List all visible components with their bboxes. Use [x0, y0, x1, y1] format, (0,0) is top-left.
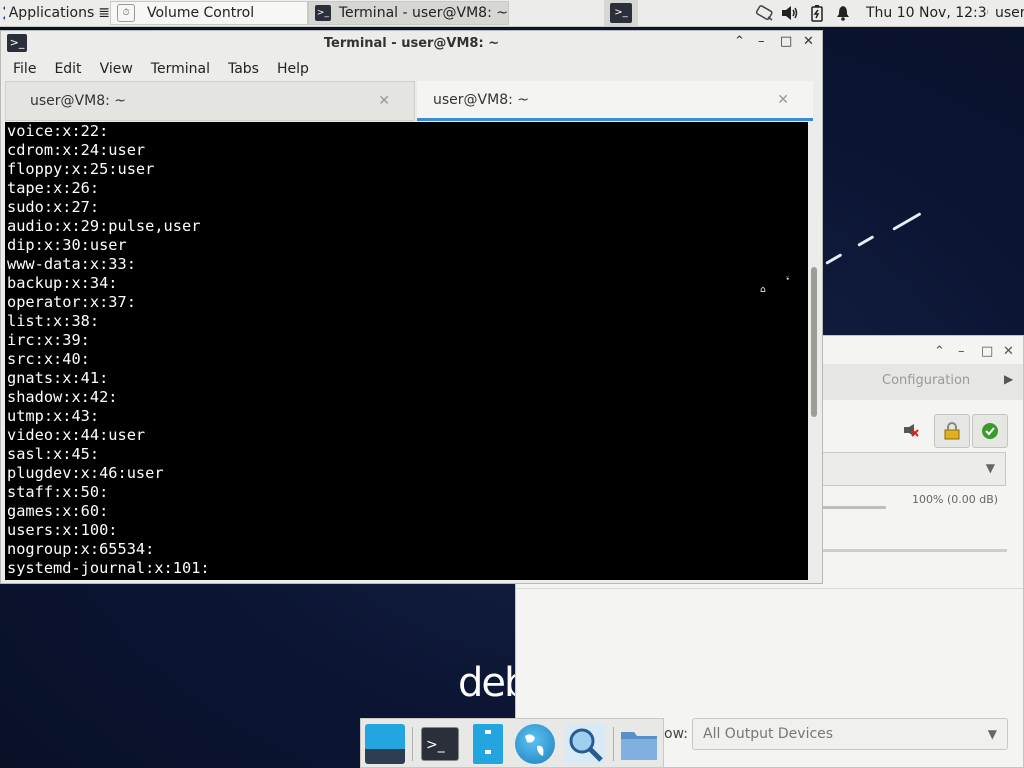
taskbar-button-label: Volume Control — [147, 5, 255, 21]
wallpaper-swoosh — [857, 235, 875, 247]
terminal-window[interactable]: >_ Terminal - user@VM8: ~ ⌃ – □ ✕ File E… — [0, 30, 823, 584]
applications-menu[interactable]: Applications ≣ — [2, 0, 110, 26]
menu-bar: File Edit View Terminal Tabs Help — [1, 57, 315, 81]
menu-tabs[interactable]: Tabs — [216, 61, 265, 77]
folder-icon[interactable] — [619, 724, 659, 764]
terminal-launcher[interactable]: >_ — [604, 0, 638, 26]
terminal-app-icon: >_ — [315, 5, 331, 21]
terminal-line: backup:x:34: — [7, 274, 118, 292]
terminal-line: audio:x:29:pulse,user — [7, 217, 201, 235]
menu-indicator-icon: ≣ — [98, 5, 110, 21]
shade-up-icon[interactable]: ⌃ — [734, 34, 745, 49]
terminal-scrollbar[interactable] — [808, 122, 820, 580]
terminal-line: plugdev:x:46:user — [7, 464, 164, 482]
maximize-button[interactable]: □ — [981, 344, 993, 359]
notifications-bell-icon[interactable] — [834, 0, 852, 26]
tab-label: user@VM8: ~ — [30, 93, 126, 109]
tab-inactive[interactable]: user@VM8: ~ ✕ — [5, 81, 415, 121]
tab-bar: user@VM8: ~ ✕ user@VM8: ~ ✕ — [5, 81, 813, 121]
pointer-marker-icon: ⌂ — [760, 285, 766, 295]
web-browser-icon[interactable] — [515, 724, 555, 764]
tab-active[interactable]: user@VM8: ~ ✕ — [417, 81, 813, 121]
terminal-line: cdrom:x:24:user — [7, 141, 146, 159]
volume-control-app-icon: ⏱ — [117, 4, 135, 22]
terminal-line: dip:x:30:user — [7, 236, 127, 254]
terminal-line: staff:x:50: — [7, 483, 109, 501]
terminal-line: users:x:100: — [7, 521, 118, 539]
taskbar-button-label: Terminal - user@VM8: ~ — [338, 5, 508, 21]
volume-icon[interactable] — [780, 0, 800, 26]
close-button[interactable]: ✕ — [1003, 344, 1014, 359]
terminal-line: gnats:x:41: — [7, 369, 109, 387]
terminal-icon: >_ — [610, 3, 632, 23]
xfce-logo-icon — [2, 6, 5, 20]
minimize-button[interactable]: – — [758, 34, 765, 49]
menu-edit[interactable]: Edit — [42, 61, 87, 77]
mouse-cursor-icon: ⍣ — [785, 274, 791, 284]
terminal-line: operator:x:37: — [7, 293, 136, 311]
wallpaper-swoosh — [825, 253, 843, 265]
taskbar-button-terminal[interactable]: >_ Terminal - user@VM8: ~ — [308, 1, 509, 25]
top-panel: Applications ≣ ⏱ Volume Control >_ Termi… — [0, 0, 1024, 27]
terminal-line: sudo:x:27: — [7, 198, 100, 216]
terminal-line: shadow:x:42: — [7, 388, 118, 406]
terminal-line: voice:x:22: — [7, 122, 109, 140]
wallpaper-swoosh — [892, 212, 922, 231]
show-desktop-icon[interactable] — [365, 724, 405, 764]
terminal-line: list:x:38: — [7, 312, 100, 330]
minimize-up-icon[interactable]: ⌃ — [934, 344, 945, 359]
battery-icon[interactable] — [808, 0, 826, 26]
tab-label: user@VM8: ~ — [433, 91, 529, 108]
scrollbar-thumb[interactable] — [811, 267, 817, 417]
show-devices-select[interactable]: All Output Devices ▼ — [692, 718, 1008, 750]
dock-separator — [412, 727, 413, 761]
search-icon[interactable] — [565, 724, 605, 764]
terminal-output[interactable]: voice:x:22: cdrom:x:24:user floppy:x:25:us… — [5, 122, 808, 580]
terminal-line: tape:x:26: — [7, 179, 100, 197]
window-title: Terminal - user@VM8: ~ — [323, 35, 500, 51]
tab-close-icon[interactable]: ✕ — [777, 92, 789, 108]
tab-scroll-right-icon[interactable]: ▶ — [1004, 372, 1013, 386]
terminal-line: nogroup:x:65534: — [7, 540, 155, 558]
menu-help[interactable]: Help — [265, 61, 315, 77]
tab-configuration[interactable]: Configuration — [882, 373, 970, 388]
dock-separator — [613, 727, 614, 761]
chevron-down-icon: ▼ — [987, 727, 997, 741]
terminal-line: video:x:44:user — [7, 426, 146, 444]
network-icon[interactable] — [752, 0, 776, 26]
show-devices-value: All Output Devices — [703, 726, 834, 742]
mute-output-icon[interactable] — [903, 422, 919, 437]
chevron-down-icon: ▼ — [985, 461, 995, 475]
terminal-line: src:x:40: — [7, 350, 90, 368]
dock: >_ — [360, 718, 664, 768]
menu-terminal[interactable]: Terminal — [139, 61, 216, 77]
menu-file[interactable]: File — [1, 61, 42, 77]
terminal-line: www-data:x:33: — [7, 255, 136, 273]
taskbar-button-volume-control[interactable]: ⏱ Volume Control — [110, 1, 308, 25]
lock-icon — [944, 422, 960, 440]
clock[interactable]: Thu 10 Nov, 12:36 — [866, 0, 988, 26]
applications-label: Applications — [8, 5, 95, 21]
menu-view[interactable]: View — [88, 61, 139, 77]
panel-divider — [516, 588, 1023, 589]
terminal-line: systemd-journal:x:101: — [7, 559, 210, 577]
terminal-text: voice:x:22: cdrom:x:24:user floppy:x:25:us… — [5, 122, 808, 578]
check-icon — [982, 423, 998, 439]
show-label: ow: — [664, 726, 688, 742]
set-default-button[interactable] — [972, 414, 1008, 448]
terminal-line: irc:x:39: — [7, 331, 90, 349]
file-manager-icon[interactable] — [473, 724, 503, 764]
user-menu[interactable]: user — [995, 0, 1024, 26]
close-button[interactable]: ✕ — [803, 34, 814, 49]
maximize-button[interactable]: □ — [780, 34, 792, 49]
terminal-line: floppy:x:25:user — [7, 160, 155, 178]
tab-close-icon[interactable]: ✕ — [378, 93, 390, 109]
terminal-line: utmp:x:43: — [7, 407, 100, 425]
volume-readout: 100% (0.00 dB) — [912, 493, 999, 506]
lock-channels-button[interactable] — [934, 414, 970, 448]
terminal-line: games:x:60: — [7, 502, 109, 520]
terminal-line: sasl:x:45: — [7, 445, 100, 463]
terminal-icon[interactable]: >_ — [421, 727, 459, 761]
minimize-button[interactable]: – — [958, 344, 965, 359]
